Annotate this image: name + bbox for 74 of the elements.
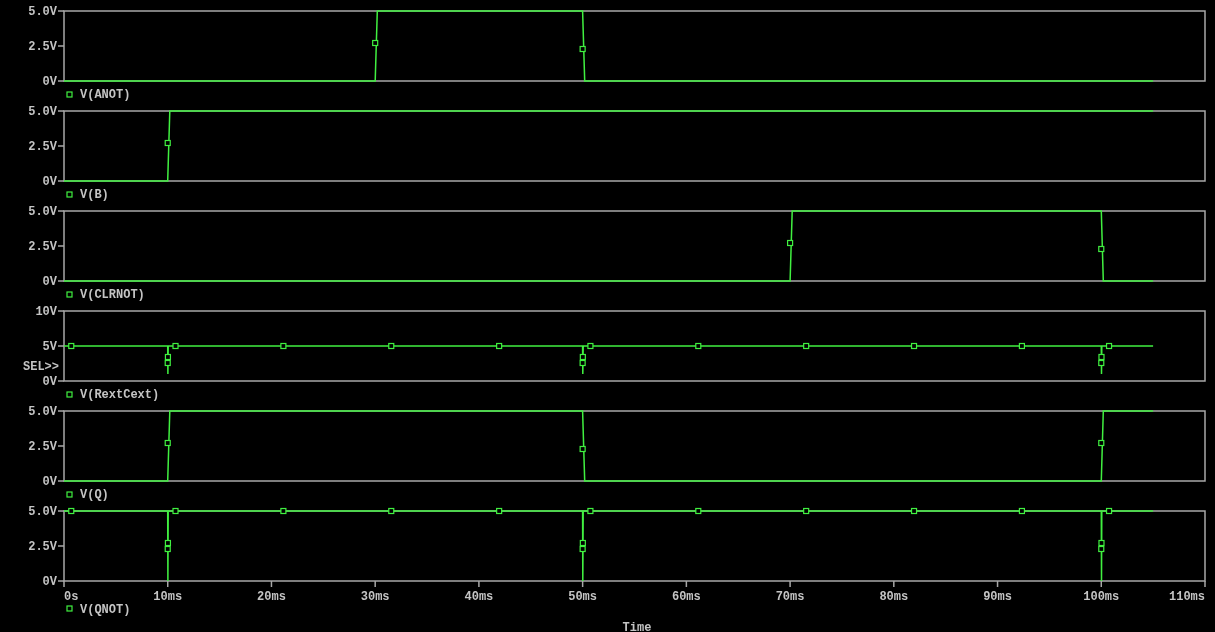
data-point-marker [164,139,171,147]
data-point-marker [1098,439,1105,447]
data-point-marker [910,507,918,515]
legend-marker-icon [66,491,73,498]
x-axis-label: 0s [64,590,79,604]
data-point-marker [372,39,379,47]
x-axis-title: Time [622,621,652,632]
legend-label: V(QNOT) [80,603,131,617]
legend-label: V(Q) [80,488,109,502]
legend-label: V(RextCext) [80,388,160,402]
y-axis-label: 0V [42,475,57,489]
data-point-marker [280,507,287,515]
y-axis-label: 5.0V [28,505,57,519]
y-axis-label: 5.0V [28,405,57,419]
data-point-marker [388,342,395,350]
legend-marker-icon [66,91,73,98]
data-point-marker [280,342,287,350]
data-point-marker [803,507,810,515]
data-point-marker [910,342,918,350]
legend-label: V(ANOT) [80,88,131,102]
x-axis-label: 100ms [1083,590,1120,604]
selector-label: SEL>> [23,360,59,374]
data-point-marker [68,507,75,515]
y-axis-label: 2.5V [28,240,57,254]
data-point-marker [1105,342,1113,350]
x-axis-label: 10ms [153,590,183,604]
y-axis-label: 5.0V [28,105,57,119]
legend-label: V(CLRNOT) [80,288,145,302]
x-axis-label: 70ms [775,590,805,604]
x-axis-label: 80ms [879,590,909,604]
data-point-marker [787,239,794,247]
data-point-marker [587,507,594,515]
x-axis-label: 60ms [671,590,701,604]
y-axis-label: 5V [42,340,57,354]
legend-marker-icon [66,605,73,612]
data-point-marker [1018,342,1025,350]
y-axis-label: 2.5V [28,40,57,54]
y-axis-label: 0V [42,575,57,589]
data-point-marker [1105,507,1113,515]
data-point-marker [68,342,75,350]
data-point-marker [803,342,810,350]
y-axis-label: 5.0V [28,5,57,19]
x-axis-label: 110ms [1169,590,1205,604]
y-axis-label: 0V [42,175,57,189]
legend-marker-icon [66,291,73,298]
x-axis-label: 90ms [983,590,1012,604]
y-axis-label: 0V [42,275,57,289]
data-point-marker [172,507,179,515]
x-axis-label: 40ms [464,590,494,604]
data-point-marker [496,507,503,515]
data-point-marker [172,342,179,350]
data-point-marker [695,342,702,350]
x-axis-label: 50ms [568,590,598,604]
data-point-marker [164,439,171,447]
data-point-marker [1098,245,1105,253]
data-point-marker [579,445,586,453]
data-point-marker [695,507,702,515]
legend-label: V(B) [80,188,109,202]
y-axis-label: 5.0V [28,205,57,219]
y-axis-label: 0V [42,375,57,389]
y-axis-label: 2.5V [28,440,57,454]
x-axis-label: 30ms [360,590,390,604]
legend-marker-icon [66,191,73,198]
y-axis-label: 0V [42,75,57,89]
data-point-marker [579,45,586,53]
data-point-marker [388,507,395,515]
data-point-marker [587,342,594,350]
x-axis-label: 20ms [257,590,286,604]
legend-marker-icon [66,391,73,398]
y-axis-label: 2.5V [28,540,57,554]
y-axis-label: 10V [35,305,57,319]
data-point-marker [1018,507,1025,515]
data-point-marker [496,342,503,350]
y-axis-label: 2.5V [28,140,57,154]
